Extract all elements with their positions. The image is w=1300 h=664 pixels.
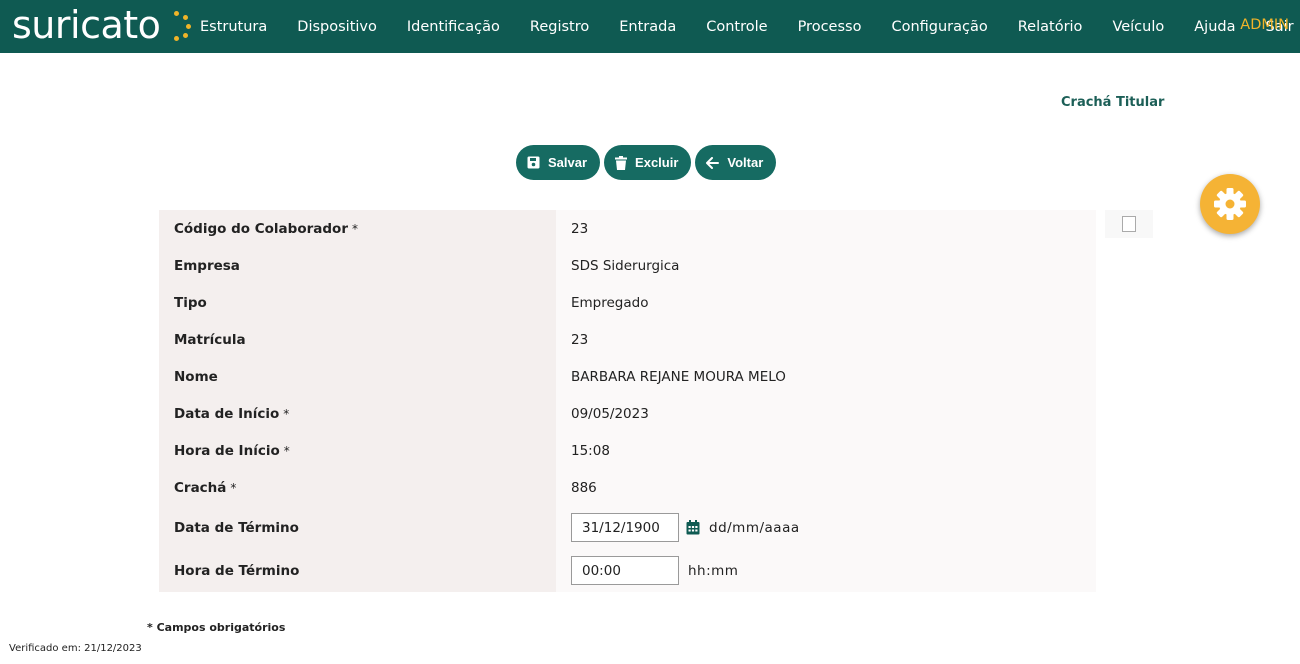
form-label-text: Código do Colaborador xyxy=(174,220,348,237)
form-value: 15:08 xyxy=(556,432,1096,469)
user-name[interactable]: ADMIN xyxy=(1240,17,1289,33)
form-value: Empregado xyxy=(556,284,1096,321)
form-row: Hora de Início * 15:08 xyxy=(159,432,1096,469)
required-marker: * xyxy=(283,406,290,421)
form-label-text: Crachá xyxy=(174,479,227,496)
main-menu: Estrutura Dispositivo Identificação Registr… xyxy=(185,0,1300,53)
nav-item[interactable]: Configuração xyxy=(876,19,1002,35)
form-row: Data de Início * 09/05/2023 xyxy=(159,395,1096,432)
form-row-end-time: Hora de Término hh:mm xyxy=(159,549,1096,592)
form-row: Empresa SDS Siderurgica xyxy=(159,247,1096,284)
form-row: Código do Colaborador * 23 xyxy=(159,210,1096,247)
nav-item[interactable]: Controle xyxy=(691,19,782,35)
form-label: Código do Colaborador * xyxy=(159,210,556,247)
form-row: Tipo Empregado xyxy=(159,284,1096,321)
form-label-text: Matrícula xyxy=(174,331,246,348)
form-label-text: Nome xyxy=(174,368,218,385)
verified-date: Verificado em: 21/12/2023 xyxy=(9,643,142,654)
delete-button[interactable]: Excluir xyxy=(604,145,692,180)
form-label-text: Hora de Início xyxy=(174,442,280,459)
form-value: SDS Siderurgica xyxy=(556,247,1096,284)
arrow-left-icon xyxy=(706,156,720,169)
form-row-end-date: Data de Término dd/mm/aaaa xyxy=(159,506,1096,549)
nav-item[interactable]: Estrutura xyxy=(185,19,282,35)
required-marker: * xyxy=(351,221,358,236)
nav-item[interactable]: Relatório xyxy=(1003,19,1098,35)
required-marker: * xyxy=(283,443,290,458)
required-fields-note: * Campos obrigatórios xyxy=(147,621,286,634)
end-time-input[interactable] xyxy=(571,556,679,585)
suricato-logo[interactable]: suricato xyxy=(12,3,192,47)
calendar-icon[interactable] xyxy=(686,520,700,535)
form-value: 886 xyxy=(556,469,1096,506)
settings-fab[interactable] xyxy=(1200,174,1260,234)
form-value: 23 xyxy=(556,210,1096,247)
form-label: Tipo xyxy=(159,284,556,321)
form-value: BARBARA REJANE MOURA MELO xyxy=(556,358,1096,395)
form-label: Data de Término xyxy=(159,506,556,549)
delete-button-label: Excluir xyxy=(635,155,679,170)
logo-text: suricato xyxy=(12,3,161,47)
nav-item[interactable]: Dispositivo xyxy=(282,19,392,35)
form-row: Crachá * 886 xyxy=(159,469,1096,506)
save-icon xyxy=(527,156,540,169)
form-label: Nome xyxy=(159,358,556,395)
nav-item[interactable]: Processo xyxy=(783,19,877,35)
page-title: Crachá Titular xyxy=(1061,95,1165,110)
nav-item[interactable]: Registro xyxy=(515,19,604,35)
form-label: Data de Início * xyxy=(159,395,556,432)
badge-form: Código do Colaborador * 23 Empresa SDS Sider… xyxy=(159,210,1096,592)
form-label-text: Tipo xyxy=(174,294,207,311)
form-row: Matrícula 23 xyxy=(159,321,1096,358)
form-value: 23 xyxy=(556,321,1096,358)
action-buttons: Salvar Excluir Voltar xyxy=(516,145,777,180)
nav-item[interactable]: Veículo xyxy=(1097,19,1179,35)
date-format-hint: dd/mm/aaaa xyxy=(709,519,800,536)
broken-image-icon xyxy=(1122,216,1136,232)
form-label: Empresa xyxy=(159,247,556,284)
form-label: Matrícula xyxy=(159,321,556,358)
form-label-text: Data de Início xyxy=(174,405,280,422)
trash-icon xyxy=(615,155,628,170)
form-label: Hora de Término xyxy=(159,549,556,592)
top-navbar: suricato Estrutura Dispositivo Identificaç… xyxy=(0,0,1300,53)
form-value: 09/05/2023 xyxy=(556,395,1096,432)
back-button-label: Voltar xyxy=(727,155,764,170)
photo-placeholder xyxy=(1105,210,1153,238)
required-marker: * xyxy=(230,480,237,495)
end-date-input[interactable] xyxy=(571,513,679,542)
nav-item[interactable]: Identificação xyxy=(392,19,515,35)
nav-item[interactable]: Entrada xyxy=(604,19,691,35)
gear-icon xyxy=(1214,188,1246,220)
form-label: Crachá * xyxy=(159,469,556,506)
save-button-label: Salvar xyxy=(548,155,588,170)
back-button[interactable]: Voltar xyxy=(695,145,777,180)
save-button[interactable]: Salvar xyxy=(516,145,601,180)
form-label-text: Empresa xyxy=(174,257,240,274)
time-format-hint: hh:mm xyxy=(688,562,739,579)
form-row: Nome BARBARA REJANE MOURA MELO xyxy=(159,358,1096,395)
form-label: Hora de Início * xyxy=(159,432,556,469)
